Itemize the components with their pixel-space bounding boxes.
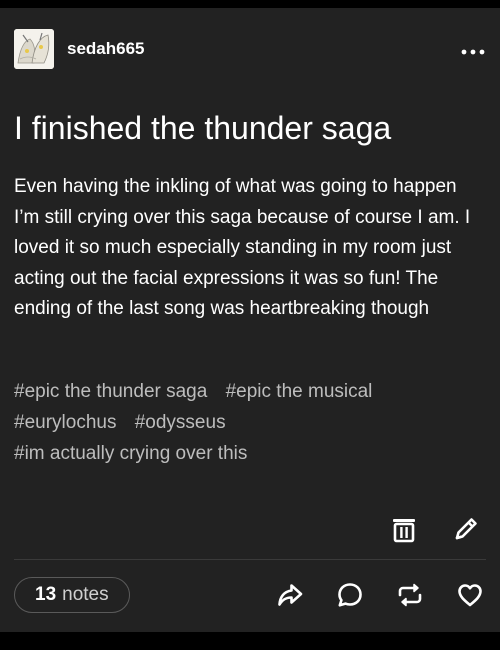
post-title: I finished the thunder saga xyxy=(14,110,392,146)
reply-bubble-icon xyxy=(338,583,362,607)
tag-link[interactable]: #epic the musical xyxy=(226,376,373,407)
notes-label: notes xyxy=(62,584,109,605)
share-button[interactable] xyxy=(276,581,304,609)
reblog-icon xyxy=(398,583,422,607)
post-body: Even having the inkling of what was goin… xyxy=(14,176,471,319)
reply-button[interactable] xyxy=(336,581,364,609)
post-card: sedah665 I finished the thunder saga Eve… xyxy=(0,8,500,632)
post-header: sedah665 xyxy=(14,28,486,70)
post-actions xyxy=(276,581,484,609)
avatar-image xyxy=(14,29,54,69)
username[interactable]: sedah665 xyxy=(67,39,145,59)
heart-icon xyxy=(458,584,482,607)
footer-divider xyxy=(14,559,486,560)
more-options-button[interactable] xyxy=(460,44,486,55)
delete-button[interactable] xyxy=(390,515,418,543)
edit-toolbar xyxy=(390,515,480,543)
tag-link[interactable]: #epic the thunder saga xyxy=(14,376,207,407)
trash-icon xyxy=(393,519,415,543)
more-dots-icon xyxy=(461,49,485,55)
pencil-icon xyxy=(455,518,477,540)
post-tags: #epic the thunder saga #epic the musical… xyxy=(14,376,484,469)
like-button[interactable] xyxy=(456,581,484,609)
notes-button[interactable]: 13 notes xyxy=(14,577,130,613)
avatar[interactable] xyxy=(14,29,54,69)
tag-link[interactable]: #odysseus xyxy=(135,407,226,438)
reblog-button[interactable] xyxy=(396,581,424,609)
share-icon xyxy=(278,584,303,606)
edit-button[interactable] xyxy=(452,515,480,543)
tag-link[interactable]: #eurylochus xyxy=(14,407,116,438)
tag-link[interactable]: #im actually crying over this xyxy=(14,438,247,469)
notes-count: 13 xyxy=(35,584,57,605)
post-footer: 13 notes xyxy=(14,576,486,614)
